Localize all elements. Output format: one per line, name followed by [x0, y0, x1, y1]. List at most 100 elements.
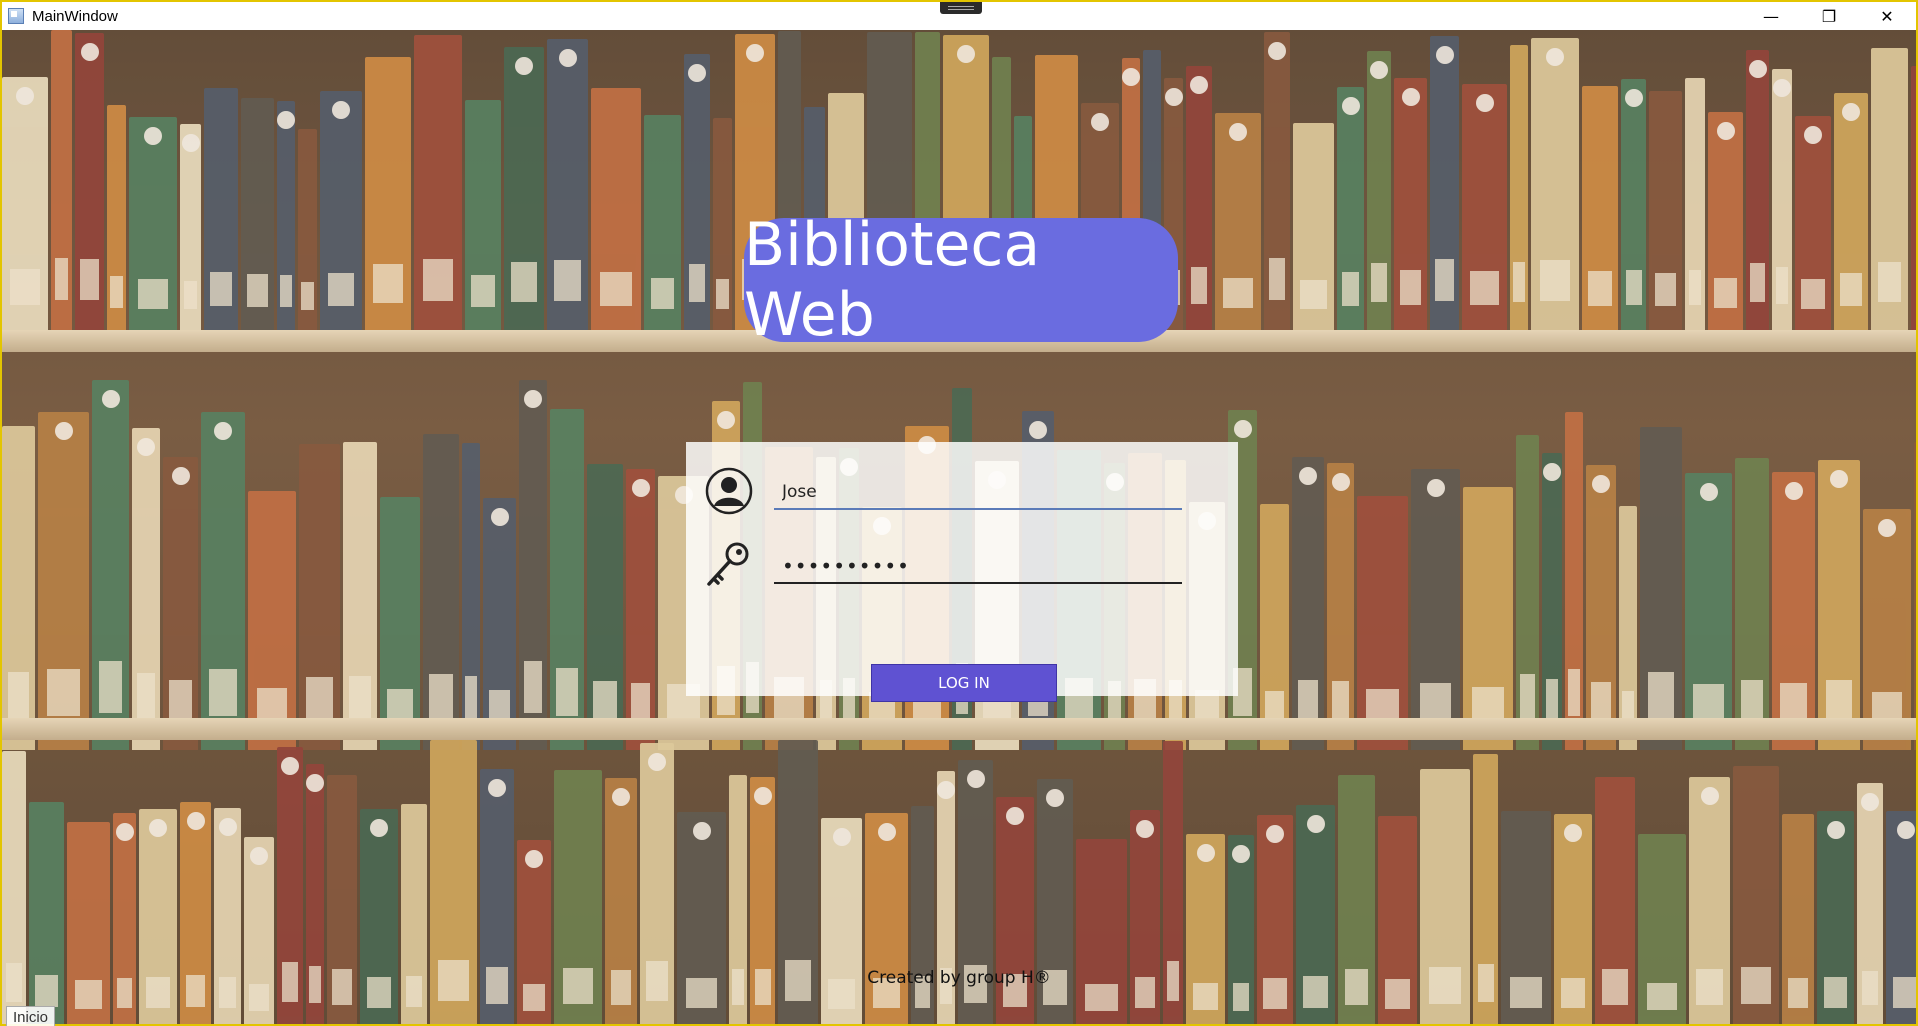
password-input[interactable]: [774, 550, 1182, 584]
window-controls: — ❐ ✕: [1742, 2, 1916, 30]
book-spine: [1394, 78, 1427, 330]
book-spine: [139, 809, 177, 1024]
close-button[interactable]: ✕: [1858, 2, 1916, 30]
book-spine: [1367, 51, 1391, 330]
title-bar[interactable]: MainWindow — ❐ ✕: [2, 2, 1916, 30]
key-icon: [707, 542, 749, 586]
book-spine: [1292, 457, 1324, 750]
book-spine: [1501, 811, 1551, 1024]
book-spine: [1186, 66, 1212, 330]
book-spine: [1640, 427, 1682, 750]
book-spine: [1871, 48, 1908, 330]
book-spine: [1621, 79, 1646, 330]
book-spine: [132, 428, 160, 750]
book-spine: [591, 88, 641, 330]
book-spine: [1586, 465, 1616, 750]
book-spine: [1914, 442, 1916, 750]
book-spine: [547, 39, 588, 330]
book-spine: [1186, 834, 1225, 1024]
book-spine: [1264, 32, 1290, 330]
book-spine: [1795, 116, 1831, 330]
book-spine: [1327, 463, 1354, 750]
book-spine: [465, 100, 501, 330]
book-spine: [1430, 36, 1459, 330]
book-spine: [365, 57, 411, 330]
book-spine: [298, 129, 317, 330]
minimize-button[interactable]: —: [1742, 2, 1800, 30]
book-spine: [343, 442, 377, 750]
book-spine: [1638, 834, 1686, 1024]
book-spine: [401, 804, 427, 1024]
book-spine: [1542, 453, 1562, 750]
book-spine: [1619, 506, 1637, 750]
book-spine: [1378, 816, 1417, 1024]
book-spine: [1215, 113, 1261, 330]
book-spine: [214, 808, 241, 1024]
restore-button[interactable]: ❐: [1800, 2, 1858, 30]
book-spine: [677, 812, 726, 1024]
book-spine: [517, 840, 551, 1024]
book-spine: [684, 54, 710, 330]
book-spine: [380, 497, 420, 750]
book-spine: [1582, 86, 1618, 330]
book-spine: [241, 98, 274, 330]
book-spine: [1649, 91, 1682, 330]
book-spine: [1510, 45, 1528, 330]
book-spine: [1565, 412, 1583, 750]
book-spine: [504, 47, 544, 330]
drag-handle-grip[interactable]: [940, 2, 982, 14]
shelf-plank: [2, 718, 1916, 740]
book-spine: [1886, 811, 1916, 1024]
book-spine: [1357, 496, 1408, 750]
book-spine: [1782, 814, 1814, 1024]
book-spine: [204, 88, 238, 330]
book-spine: [2, 77, 48, 330]
login-panel: LOG IN: [686, 442, 1238, 702]
book-spine: [92, 380, 129, 750]
login-button[interactable]: LOG IN: [871, 664, 1057, 702]
book-spine: [414, 35, 462, 330]
book-spine: [1260, 504, 1289, 750]
app-title: Biblioteca Web: [744, 210, 1178, 350]
book-spine: [1531, 38, 1579, 330]
book-spine: [1463, 487, 1513, 750]
book-spine: [1735, 458, 1769, 750]
book-spine: [1863, 509, 1911, 750]
book-spine: [1516, 435, 1539, 750]
username-input[interactable]: [774, 476, 1182, 510]
book-spine: [1746, 50, 1769, 330]
book-spine: [483, 498, 516, 750]
book-spine: [163, 457, 198, 750]
book-spine: [911, 806, 934, 1024]
book-spine: [29, 802, 64, 1024]
window-title: MainWindow: [32, 7, 118, 25]
password-row: [704, 540, 1182, 592]
book-spine: [1337, 87, 1364, 330]
book-spine: [1130, 810, 1160, 1024]
book-spine: [201, 412, 245, 750]
book-spine: [1462, 84, 1507, 330]
book-spine: [713, 118, 732, 330]
page-label-inicio[interactable]: Inicio: [6, 1006, 56, 1026]
book-spine: [107, 105, 126, 330]
book-spine: [519, 380, 547, 750]
book-spine: [248, 491, 296, 750]
book-spine: [821, 818, 862, 1024]
book-spine: [180, 124, 201, 330]
book-spine: [1818, 460, 1860, 750]
book-spine: [277, 101, 295, 330]
book-spine: [1257, 815, 1293, 1024]
window-app-icon: [8, 8, 24, 24]
book-spine: [626, 469, 655, 750]
book-spine: [462, 443, 480, 750]
book-spine: [67, 822, 110, 1024]
book-spine: [299, 444, 340, 750]
book-spine: [1772, 69, 1792, 330]
book-spine: [1834, 93, 1868, 330]
book-spine: [113, 813, 136, 1024]
book-spine: [1076, 839, 1127, 1024]
book-spine: [244, 837, 274, 1024]
book-spine: [423, 434, 459, 750]
book-spine: [865, 813, 908, 1024]
book-spine: [1293, 123, 1334, 330]
